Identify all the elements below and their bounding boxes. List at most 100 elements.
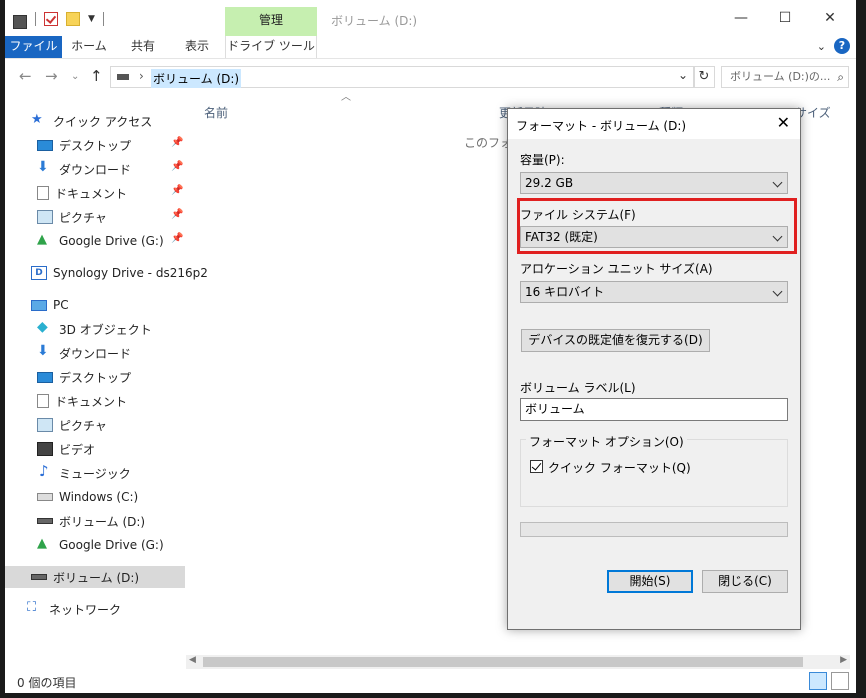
recent-locations-icon[interactable]: ⌄ (71, 71, 79, 82)
ribbon-tabs: ファイル ホーム 共有 表示 ドライブ ツール ⌄ ? (5, 36, 856, 58)
horizontal-scrollbar[interactable]: ◀ ▶ (186, 655, 850, 669)
navigation-pane: クイック アクセス デスクトップ 📌 ダウンロード 📌 ドキュメント 📌 ピクチ… (5, 95, 208, 655)
dialog-title: フォーマット - ボリューム (D:) (516, 119, 687, 133)
quick-access-toolbar: ▼ (13, 10, 104, 29)
capacity-select[interactable]: 29.2 GB (520, 172, 788, 194)
nav-label: PC (53, 298, 69, 312)
refresh-button[interactable]: ↻ (693, 66, 715, 88)
nav-item-3d-objects[interactable]: 3D オブジェクト (5, 318, 185, 340)
nav-item-pc-downloads[interactable]: ダウンロード (5, 342, 185, 364)
pin-icon: 📌 (171, 185, 184, 196)
nav-item-pc-google-drive[interactable]: Google Drive (G:) (5, 534, 185, 556)
nav-label: ボリューム (D:) (53, 570, 140, 585)
chevron-down-icon (772, 286, 783, 297)
nav-item-videos[interactable]: ビデオ (5, 438, 185, 460)
restore-defaults-button[interactable]: デバイスの既定値を復元する(D) (521, 329, 710, 352)
search-input[interactable]: ボリューム (D:)の... ⌕ (721, 66, 849, 88)
nav-quick-access[interactable]: クイック アクセス (5, 110, 185, 132)
address-bar[interactable]: › ボリューム (D:) ⌄ (110, 66, 695, 88)
format-progress-bar (520, 522, 788, 537)
details-view-icon[interactable] (809, 672, 827, 690)
google-drive-icon (37, 232, 53, 248)
maximize-button[interactable]: ☐ (762, 6, 808, 32)
video-icon (37, 442, 53, 456)
quick-format-checkbox[interactable] (530, 460, 543, 473)
nav-label: Synology Drive - ds216p2 (53, 266, 208, 280)
format-options-title: フォーマット オプション(O) (526, 433, 687, 450)
nav-item-desktop[interactable]: デスクトップ 📌 (5, 134, 185, 156)
desktop-icon (37, 139, 53, 151)
nav-label: デスクトップ (59, 370, 132, 385)
nav-item-volume-d[interactable]: ボリューム (D:) (5, 510, 185, 532)
download-icon (37, 343, 53, 360)
back-icon[interactable]: ← (19, 67, 32, 85)
file-system-select[interactable]: FAT32 (既定) (520, 226, 788, 248)
nav-item-music[interactable]: ミュージック (5, 462, 185, 484)
expand-ribbon-icon[interactable]: ⌄ (817, 40, 826, 53)
properties-icon[interactable] (44, 12, 58, 26)
customize-toolbar-icon[interactable]: ▼ (88, 14, 95, 24)
nav-item-pc-desktop[interactable]: デスクトップ (5, 366, 185, 388)
volume-label-input[interactable]: ボリューム (520, 398, 788, 421)
synology-icon: D (31, 266, 47, 280)
nav-label: Windows (C:) (59, 490, 139, 504)
scrollbar-thumb[interactable] (203, 657, 803, 667)
nav-item-documents[interactable]: ドキュメント 📌 (5, 182, 185, 204)
music-icon (37, 462, 53, 480)
up-icon[interactable]: ↑ (90, 67, 103, 85)
item-count: 0 個の項目 (17, 676, 77, 690)
drive-icon (117, 74, 129, 80)
pc-icon (31, 299, 47, 311)
tab-home[interactable]: ホーム (67, 36, 111, 58)
scroll-right-icon[interactable]: ▶ (840, 655, 847, 665)
star-icon (31, 112, 47, 128)
windows-drive-icon (37, 493, 53, 501)
tab-manage[interactable]: 管理 (225, 7, 317, 36)
dialog-close-icon[interactable]: ✕ (777, 113, 790, 132)
tab-view[interactable]: 表示 (176, 36, 218, 58)
nav-label: ビデオ (59, 442, 96, 457)
minimize-button[interactable]: — (718, 6, 764, 32)
chevron-down-icon (772, 177, 783, 188)
quick-format-label[interactable]: クイック フォーマット(Q) (548, 459, 691, 476)
tab-share[interactable]: 共有 (122, 36, 164, 58)
close-window-button[interactable]: ✕ (807, 6, 853, 32)
nav-item-downloads[interactable]: ダウンロード 📌 (5, 158, 185, 180)
column-header-name[interactable]: 名前 (204, 104, 228, 121)
allocation-size-value: 16 キロバイト (525, 285, 605, 299)
desktop-icon (37, 371, 53, 383)
format-dialog: フォーマット - ボリューム (D:) ✕ 容量(P): 29.2 GB ファイ… (507, 108, 801, 630)
nav-selected-volume-d[interactable]: ボリューム (D:) (5, 566, 185, 588)
dialog-title-bar: フォーマット - ボリューム (D:) ✕ (508, 109, 800, 139)
nav-pc[interactable]: PC (5, 294, 185, 316)
nav-item-pictures[interactable]: ピクチャ 📌 (5, 206, 185, 228)
nav-item-google-drive[interactable]: Google Drive (G:) 📌 (5, 230, 185, 252)
large-icons-view-icon[interactable] (831, 672, 849, 690)
scroll-left-icon[interactable]: ◀ (189, 655, 196, 665)
nav-synology-drive[interactable]: D Synology Drive - ds216p2 (5, 262, 208, 284)
forward-icon[interactable]: → (45, 67, 58, 85)
nav-label: ピクチャ (59, 210, 107, 225)
nav-label: ピクチャ (59, 418, 107, 433)
nav-label: ドキュメント (55, 394, 128, 409)
allocation-size-select[interactable]: 16 キロバイト (520, 281, 788, 303)
new-folder-icon[interactable] (66, 12, 80, 26)
chevron-right-icon[interactable]: › (139, 69, 144, 83)
nav-item-pc-pictures[interactable]: ピクチャ (5, 414, 185, 436)
tab-drive-tools[interactable]: ドライブ ツール (225, 36, 317, 58)
nav-label: Google Drive (G:) (59, 538, 164, 552)
start-button[interactable]: 開始(S) (607, 570, 693, 593)
tab-file[interactable]: ファイル (5, 36, 62, 58)
document-icon (37, 394, 49, 408)
breadcrumb[interactable]: ボリューム (D:) (151, 69, 242, 88)
nav-item-pc-documents[interactable]: ドキュメント (5, 390, 185, 412)
close-button[interactable]: 閉じる(C) (702, 570, 788, 593)
drive-icon (37, 518, 53, 524)
nav-network[interactable]: ネットワーク (5, 598, 185, 620)
help-icon[interactable]: ? (834, 38, 850, 54)
nav-label: 3D オブジェクト (59, 322, 152, 337)
nav-item-windows-c[interactable]: Windows (C:) (5, 486, 185, 508)
google-drive-icon (37, 536, 53, 552)
chevron-down-icon[interactable]: ⌄ (678, 68, 688, 82)
search-placeholder: ボリューム (D:)の... (730, 70, 831, 83)
